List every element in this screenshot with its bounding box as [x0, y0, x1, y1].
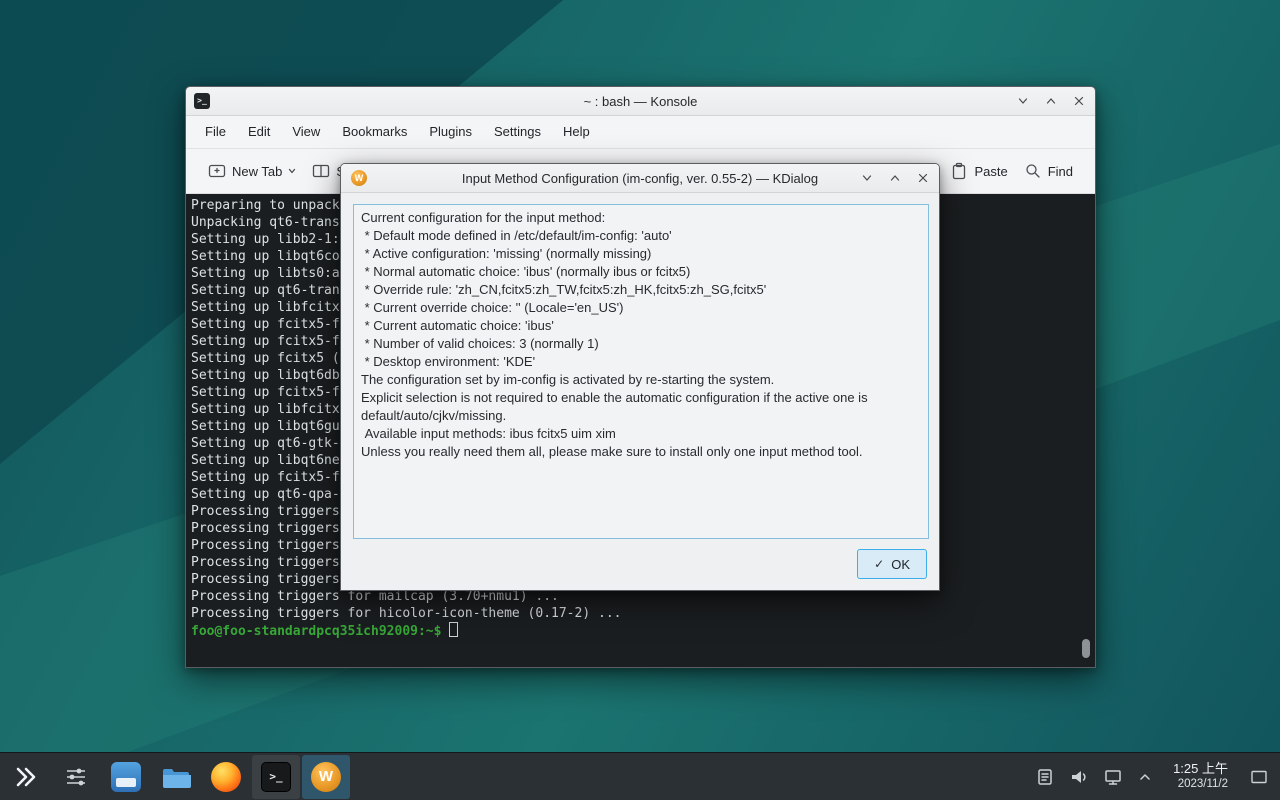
config-line: * Current automatic choice: 'ibus' [361, 317, 921, 335]
chevron-down-icon [288, 167, 296, 175]
konsole-close-button[interactable] [1071, 93, 1087, 109]
pinned-app-file-manager[interactable] [152, 755, 200, 799]
tab-plus-icon [208, 162, 226, 180]
paste-label: Paste [974, 164, 1007, 179]
check-icon: ✓ [874, 557, 884, 571]
config-line: * Current override choice: '' (Locale='e… [361, 299, 921, 317]
taskbar: >_ W 1:25 上午 2023/11/2 [0, 752, 1280, 800]
new-tab-button[interactable]: New Tab [200, 156, 304, 186]
dialog-close-button[interactable] [915, 170, 931, 186]
konsole-icon: >_ [261, 762, 291, 792]
clipboard-icon [950, 162, 968, 180]
menu-item-view[interactable]: View [281, 116, 331, 148]
menu-item-bookmarks[interactable]: Bookmarks [331, 116, 418, 148]
task-manager-settings-button[interactable] [52, 755, 100, 799]
notifications-icon[interactable] [1035, 767, 1055, 787]
expand-tray-chevron-up-icon[interactable] [1137, 769, 1153, 785]
taskbar-app-im-config[interactable]: W [302, 755, 350, 799]
chevron-up-icon [889, 172, 901, 184]
find-button[interactable]: Find [1016, 156, 1081, 186]
ok-button[interactable]: ✓ OK [857, 549, 927, 579]
config-line: * Number of valid choices: 3 (normally 1… [361, 335, 921, 353]
clock-time: 1:25 上午 [1173, 761, 1228, 778]
terminal-prompt-line: foo@foo-standardpcq35ich92009:~$ [191, 622, 1095, 639]
taskbar-app-konsole[interactable]: >_ [252, 755, 300, 799]
shell-prompt: foo@foo-standardpcq35ich92009:~$ [191, 624, 441, 639]
menu-item-help[interactable]: Help [552, 116, 601, 148]
config-line: * Desktop environment: 'KDE' [361, 353, 921, 371]
config-line: Current configuration for the input meth… [361, 209, 921, 227]
close-icon [917, 172, 929, 184]
config-line: * Override rule: 'zh_CN,fcitx5:zh_TW,fci… [361, 281, 921, 299]
new-tab-label: New Tab [232, 164, 282, 179]
konsole-window-title: ~ : bash — Konsole [186, 94, 1095, 109]
im-config-app-icon: W [351, 170, 367, 186]
magnifier-icon [1024, 162, 1042, 180]
dialog-title: Input Method Configuration (im-config, v… [341, 171, 939, 186]
dialog-body: Current configuration for the input meth… [341, 193, 939, 590]
config-line: * Normal automatic choice: 'ibus' (norma… [361, 263, 921, 281]
configuration-text-area[interactable]: Current configuration for the input meth… [353, 204, 929, 539]
konsole-titlebar[interactable]: >_ ~ : bash — Konsole [186, 87, 1095, 116]
terminal-line: Processing triggers for hicolor-icon-the… [191, 605, 1095, 622]
discover-icon [111, 762, 141, 792]
config-line: * Active configuration: 'missing' (norma… [361, 245, 921, 263]
volume-icon[interactable] [1069, 767, 1089, 787]
dialog-minimize-button[interactable] [859, 170, 875, 186]
find-label: Find [1048, 164, 1073, 179]
config-line: The configuration set by im-config is ac… [361, 371, 921, 389]
konsole-maximize-button[interactable] [1043, 93, 1059, 109]
settings-sliders-icon [64, 765, 88, 789]
paste-button[interactable]: Paste [942, 156, 1015, 186]
menu-item-settings[interactable]: Settings [483, 116, 552, 148]
close-icon [1073, 95, 1085, 107]
config-line: Explicit selection is not required to en… [361, 389, 921, 425]
config-line: Available input methods: ibus fcitx5 uim… [361, 425, 921, 443]
show-desktop-icon [1250, 769, 1268, 785]
pinned-app-discover[interactable] [102, 755, 150, 799]
ok-button-label: OK [891, 557, 910, 572]
dialog-titlebar[interactable]: W Input Method Configuration (im-config,… [341, 164, 939, 193]
menu-item-edit[interactable]: Edit [237, 116, 281, 148]
config-line: * Default mode defined in /etc/default/i… [361, 227, 921, 245]
display-icon[interactable] [1103, 767, 1123, 787]
im-config-icon: W [311, 762, 341, 792]
chevron-down-icon [861, 172, 873, 184]
chevron-down-icon [1017, 95, 1029, 107]
config-line: Unless you really need them all, please … [361, 443, 921, 461]
digital-clock[interactable]: 1:25 上午 2023/11/2 [1167, 761, 1234, 793]
system-tray: 1:25 上午 2023/11/2 [1035, 757, 1280, 797]
split-view-icon [312, 162, 330, 180]
pinned-app-firefox[interactable] [202, 755, 250, 799]
chevron-up-icon [1045, 95, 1057, 107]
show-desktop-button[interactable] [1248, 757, 1270, 797]
clock-date: 2023/11/2 [1173, 777, 1228, 792]
terminal-cursor [449, 622, 458, 637]
folder-icon [161, 764, 191, 790]
dialog-maximize-button[interactable] [887, 170, 903, 186]
konsole-app-icon[interactable]: >_ [194, 93, 210, 109]
menu-item-file[interactable]: File [194, 116, 237, 148]
im-config-dialog: W Input Method Configuration (im-config,… [340, 163, 940, 591]
app-launcher-button[interactable] [2, 755, 50, 799]
desktop: >_ ~ : bash — Konsole File Edit View Boo… [0, 0, 1280, 800]
firefox-icon [211, 762, 241, 792]
menu-item-plugins[interactable]: Plugins [418, 116, 483, 148]
app-launcher-icon [13, 764, 39, 790]
konsole-menubar: File Edit View Bookmarks Plugins Setting… [186, 116, 1095, 149]
konsole-minimize-button[interactable] [1015, 93, 1031, 109]
terminal-scrollbar-thumb[interactable] [1082, 639, 1090, 658]
